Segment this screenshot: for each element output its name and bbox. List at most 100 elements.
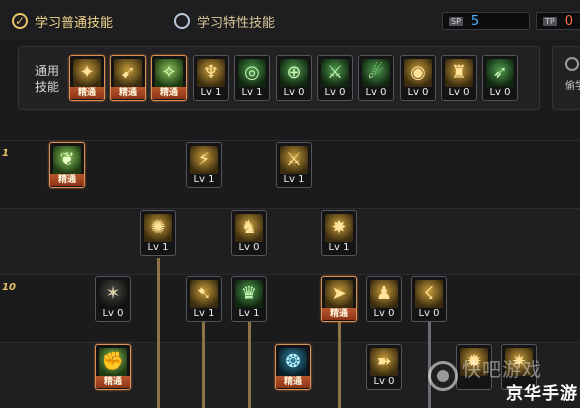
tab-label: 学习特性技能 bbox=[197, 15, 276, 31]
sp-icon: SP bbox=[449, 16, 463, 26]
fighter-icon: ♞ bbox=[235, 214, 263, 242]
sp-counter: SP 5 bbox=[442, 12, 530, 30]
skill-slot[interactable]: ✺ Lv 1 bbox=[140, 210, 176, 256]
skill-slot[interactable]: ⊕ Lv 0 bbox=[276, 55, 312, 101]
slash-up-icon: ⚡ bbox=[190, 146, 218, 174]
level-marker-1: 1 bbox=[2, 148, 9, 159]
skill-slot[interactable]: ✧ 精通 bbox=[151, 55, 187, 101]
skill-slot[interactable]: ❂ 精通 bbox=[275, 344, 311, 390]
skill-level: Lv 0 bbox=[283, 87, 305, 98]
skill-slot[interactable]: ◉ Lv 0 bbox=[400, 55, 436, 101]
tab-trait-skills[interactable]: 学习特性技能 bbox=[174, 10, 275, 32]
tree-connector bbox=[338, 322, 341, 408]
skill-level: 精通 bbox=[322, 308, 356, 320]
common-skills-label: 通用技能 bbox=[34, 64, 59, 94]
skill-slot[interactable]: ⚔ Lv 1 bbox=[276, 142, 312, 188]
target-icon: ◎ bbox=[238, 59, 266, 87]
skill-slot[interactable]: ➹ 精通 bbox=[110, 55, 146, 101]
backstep-icon: ➹ bbox=[114, 59, 142, 87]
skill-slot[interactable]: ☄ Lv 0 bbox=[358, 55, 394, 101]
tree-connector bbox=[248, 322, 251, 408]
skill-level: Lv 0 bbox=[102, 308, 124, 319]
skill-level: Lv 1 bbox=[241, 87, 263, 98]
skill-slot[interactable]: ➽ Lv 0 bbox=[366, 344, 402, 390]
leap-icon: ✧ bbox=[155, 59, 183, 87]
skill-level: Lv 0 bbox=[365, 87, 387, 98]
sp-value: 5 bbox=[470, 13, 480, 29]
skill-slot[interactable]: ♜ Lv 0 bbox=[441, 55, 477, 101]
shatter-icon: ✶ bbox=[99, 280, 127, 308]
radio-icon bbox=[174, 13, 190, 29]
common-skills-panel: 通用技能 ✦ 精通 ➹ 精通 ✧ 精通 ♆ Lv 1 ◎ Lv 1 ⊕ Lv 0 ⚔ Lv 0 ☄ Lv 0 ◉… bbox=[18, 46, 540, 110]
tree-row-3 bbox=[0, 274, 580, 342]
eye-icon: ◉ bbox=[404, 59, 432, 87]
skill-level: Lv 0 bbox=[448, 87, 470, 98]
skill-level: 精通 bbox=[152, 87, 186, 99]
watermark-line2: 京华手游 bbox=[506, 384, 578, 404]
check-icon: ✓ bbox=[12, 13, 28, 29]
skill-level: Lv 1 bbox=[147, 242, 169, 253]
watermark-line1: 快吧游戏 bbox=[462, 359, 543, 381]
kick-icon: ✦ bbox=[73, 59, 101, 87]
watermark-logo-icon bbox=[428, 361, 458, 391]
spin-icon: ✺ bbox=[144, 214, 172, 242]
steal-skill-panel[interactable]: 偷学 bbox=[552, 46, 580, 110]
rush-icon: ➽ bbox=[370, 348, 398, 376]
top-bar: ✓ 学习普通技能 学习特性技能 SP 5 TP 0 bbox=[0, 0, 580, 40]
sprint-icon: ➶ bbox=[486, 59, 514, 87]
watermark: 快吧游戏 京华手游 bbox=[428, 355, 578, 405]
skill-level: Lv 1 bbox=[328, 242, 350, 253]
skill-level: Lv 0 bbox=[238, 242, 260, 253]
strength-icon: ♜ bbox=[445, 59, 473, 87]
skill-level: Lv 0 bbox=[407, 87, 429, 98]
level-marker-10: 10 bbox=[2, 282, 16, 293]
tree-connector bbox=[202, 322, 205, 408]
skill-slot[interactable]: ➷ Lv 1 bbox=[186, 276, 222, 322]
leaf-kick-icon: ❦ bbox=[53, 146, 81, 174]
tp-value: 0 bbox=[564, 13, 573, 29]
dash-icon: ☄ bbox=[362, 59, 390, 87]
skill-slot[interactable]: ⚔ Lv 0 bbox=[317, 55, 353, 101]
slash-icon: ⚔ bbox=[321, 59, 349, 87]
crouch-icon: ♟ bbox=[370, 280, 398, 308]
skill-slot[interactable]: ⚡ Lv 1 bbox=[186, 142, 222, 188]
skill-level: 精通 bbox=[96, 376, 130, 388]
skill-slot[interactable]: ❦ 精通 bbox=[49, 142, 85, 188]
uppercut-icon: ➷ bbox=[190, 280, 218, 308]
skill-level: 精通 bbox=[276, 376, 310, 388]
skill-level: 精通 bbox=[70, 87, 104, 99]
skill-level: Lv 1 bbox=[283, 174, 305, 185]
skill-slot[interactable]: ➶ Lv 0 bbox=[482, 55, 518, 101]
tab-normal-skills[interactable]: ✓ 学习普通技能 bbox=[12, 10, 113, 32]
fist-icon: ✊ bbox=[99, 348, 127, 376]
skill-level: 精通 bbox=[111, 87, 145, 99]
swing-icon: ☇ bbox=[415, 280, 443, 308]
skill-level: Lv 0 bbox=[373, 308, 395, 319]
armor-icon: ♛ bbox=[235, 280, 263, 308]
skill-slot[interactable]: ♞ Lv 0 bbox=[231, 210, 267, 256]
skill-level: Lv 1 bbox=[200, 87, 222, 98]
skill-level: Lv 1 bbox=[193, 174, 215, 185]
burst-icon: ✸ bbox=[325, 214, 353, 242]
tab-label: 学习普通技能 bbox=[35, 15, 114, 31]
blade-icon: ⚔ bbox=[280, 146, 308, 174]
skill-slot[interactable]: ✦ 精通 bbox=[69, 55, 105, 101]
skill-level: Lv 0 bbox=[418, 308, 440, 319]
skill-level: Lv 1 bbox=[193, 308, 215, 319]
skill-level: Lv 1 bbox=[238, 308, 260, 319]
skill-slot[interactable]: ➤ 精通 bbox=[321, 276, 357, 322]
skill-slot[interactable]: ✊ 精通 bbox=[95, 344, 131, 390]
skill-level: Lv 0 bbox=[489, 87, 511, 98]
runner-icon: ➤ bbox=[325, 280, 353, 308]
skill-slot[interactable]: ♟ Lv 0 bbox=[366, 276, 402, 322]
steal-icon bbox=[565, 57, 579, 71]
skill-slot[interactable]: ✶ Lv 0 bbox=[95, 276, 131, 322]
skill-level: 精通 bbox=[50, 174, 84, 186]
skill-slot[interactable]: ♛ Lv 1 bbox=[231, 276, 267, 322]
skill-slot[interactable]: ✸ Lv 1 bbox=[321, 210, 357, 256]
steal-label: 偷学 bbox=[565, 81, 580, 92]
crosshair-icon: ⊕ bbox=[280, 59, 308, 87]
skill-slot[interactable]: ☇ Lv 0 bbox=[411, 276, 447, 322]
skill-slot[interactable]: ♆ Lv 1 bbox=[193, 55, 229, 101]
skill-slot[interactable]: ◎ Lv 1 bbox=[234, 55, 270, 101]
